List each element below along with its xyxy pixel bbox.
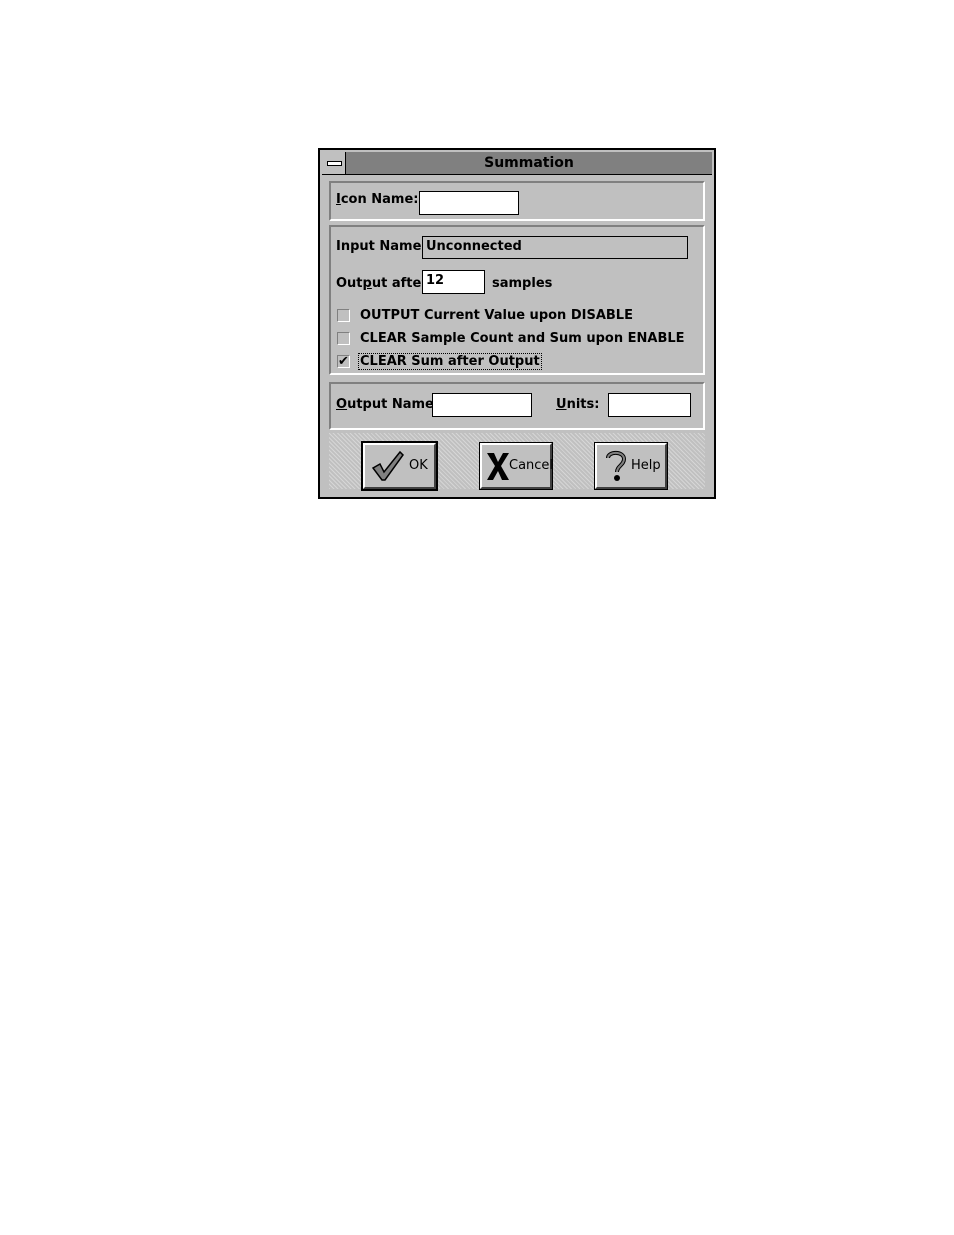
x-cancel-icon <box>487 453 509 480</box>
samples-label: samples <box>492 276 553 291</box>
input-options-panel: Input Name: Unconnected Output after 12 … <box>329 225 705 375</box>
units-input[interactable] <box>608 393 691 417</box>
input-name-field: Unconnected <box>422 236 688 259</box>
dialog-title: Summation <box>484 155 574 171</box>
output-name-label: Output Name: <box>336 397 440 412</box>
summation-dialog: Summation Icon Name: Input Name: Unconne… <box>318 148 716 499</box>
icon-name-panel: Icon Name: <box>329 181 705 221</box>
help-label: Help <box>631 458 661 473</box>
icon-name-label: Icon Name: <box>336 192 419 207</box>
ok-label: OK <box>409 458 428 473</box>
ok-button[interactable]: OK <box>361 441 438 491</box>
units-label: Units: <box>556 397 600 412</box>
checkbox-box[interactable] <box>337 309 350 322</box>
checkmark-icon <box>371 450 404 481</box>
help-button[interactable]: Help <box>594 442 668 490</box>
button-bar: OK Cancel Help <box>329 433 705 491</box>
system-menu-button[interactable] <box>322 152 346 174</box>
output-after-input[interactable]: 12 <box>422 270 485 294</box>
checkbox-label: CLEAR Sum after Output <box>358 353 542 370</box>
cancel-button[interactable]: Cancel <box>479 442 554 490</box>
checkbox-label: OUTPUT Current Value upon DISABLE <box>360 308 633 323</box>
cancel-label: Cancel <box>509 458 554 473</box>
input-name-label: Input Name: <box>336 239 427 254</box>
output-after-label: Output after <box>336 276 428 291</box>
icon-name-input[interactable] <box>419 191 519 215</box>
question-mark-icon <box>606 450 627 481</box>
title-bar[interactable]: Summation <box>322 152 712 175</box>
output-panel: Output Name: Units: <box>329 382 705 430</box>
checkbox-label: CLEAR Sample Count and Sum upon ENABLE <box>360 331 685 346</box>
checkbox-box[interactable]: ✔ <box>337 355 350 368</box>
output-name-input[interactable] <box>432 393 532 417</box>
checkbox-box[interactable] <box>337 332 350 345</box>
system-menu-icon <box>327 161 342 166</box>
